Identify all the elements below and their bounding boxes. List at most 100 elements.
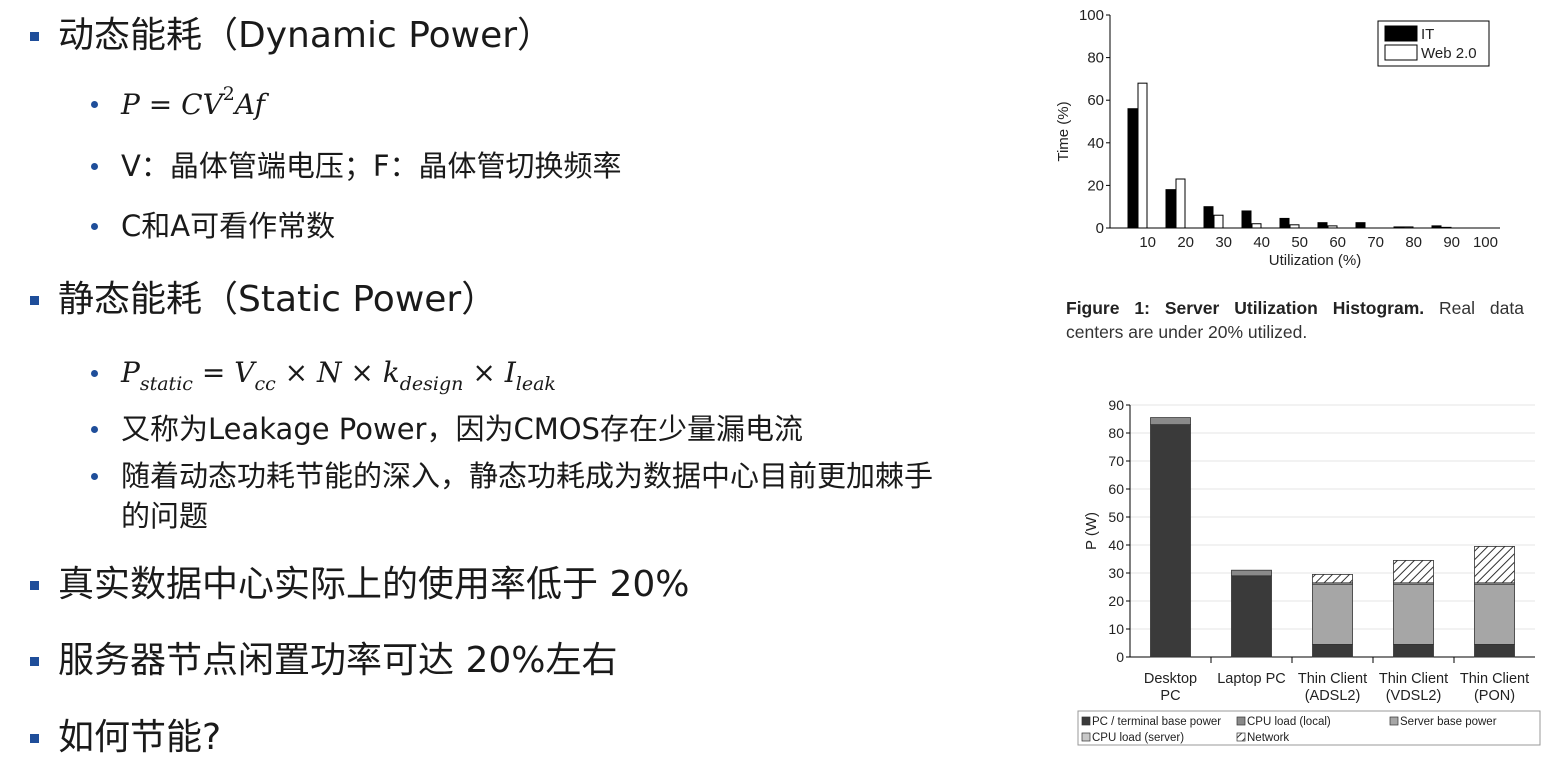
- x-tick-label: 60: [1329, 234, 1346, 251]
- x-tick-label: 10: [1139, 234, 1156, 251]
- x-tick-label: Thin Client: [1379, 671, 1448, 687]
- legend-swatch: [1384, 25, 1418, 42]
- stacked-bar-segment: [1312, 583, 1353, 645]
- y-tick-label: 50: [1108, 509, 1124, 525]
- formula-static-power: Pstatic = Vcc × N × kdesign × Ileak: [121, 356, 556, 395]
- bar-web: [1175, 178, 1186, 229]
- x-tick-label: Thin Client: [1298, 671, 1367, 687]
- x-tick-label: 40: [1253, 234, 1270, 251]
- legend-swatch: [1384, 44, 1418, 61]
- bullet-marker: [91, 473, 98, 480]
- legend-swatch: [1081, 732, 1091, 742]
- stacked-bar-segment: [1474, 545, 1515, 584]
- bullet-marker: [30, 581, 39, 590]
- heading-utilization: 真实数据中心实际上的使用率低于 20%: [58, 564, 690, 605]
- static-power-note-line1: 随着动态功耗节能的深入，静态功耗成为数据中心目前更加棘手: [121, 459, 934, 493]
- x-tick-label: 30: [1215, 234, 1232, 251]
- leakage-power-note: 又称为Leakage Power，因为CMOS存在少量漏电流: [121, 412, 803, 446]
- figure-title: Server Utilization Histogram.: [1164, 298, 1425, 318]
- legend-label: Network: [1247, 732, 1289, 744]
- heading-how-to-save: 如何节能?: [58, 717, 222, 758]
- legend-swatch: [1236, 732, 1246, 742]
- bar-it: [1355, 222, 1366, 229]
- x-tick-label: Laptop PC: [1217, 671, 1286, 687]
- y-axis-label: P (W): [1083, 512, 1100, 550]
- stacked-bar-segment: [1150, 417, 1191, 426]
- bar-it: [1393, 226, 1404, 229]
- x-axis-label: Utilization (%): [1269, 252, 1362, 269]
- bullet-marker: [30, 657, 39, 666]
- x-tick-label: (ADSL2): [1305, 688, 1361, 704]
- bar-it: [1165, 189, 1176, 229]
- y-axis-label: Time (%): [1055, 101, 1072, 161]
- y-tick-label: 30: [1108, 565, 1124, 581]
- x-tick-label: 90: [1443, 234, 1460, 251]
- stacked-bar-segment: [1393, 643, 1434, 658]
- heading-idle-power: 服务器节点闲置功率可达 20%左右: [58, 640, 618, 681]
- y-tick-label: 20: [1087, 177, 1104, 194]
- chart-legend: PC / terminal base power CPU load (local)…: [1077, 710, 1541, 746]
- legend-swatch: [1081, 716, 1091, 726]
- bullet-marker: [91, 370, 98, 377]
- y-tick-label: 70: [1108, 453, 1124, 469]
- stacked-bar-segment: [1474, 643, 1515, 658]
- y-tick-label: 60: [1108, 481, 1124, 497]
- formula-dynamic-power: P = CV2Af: [121, 83, 265, 122]
- legend-label: Web 2.0: [1421, 45, 1477, 62]
- bar-it: [1317, 222, 1328, 229]
- chart-legend: IT Web 2.0: [1377, 20, 1490, 67]
- bar-web: [1251, 223, 1262, 229]
- stacked-bar-segment: [1150, 424, 1191, 658]
- x-tick-label: PC: [1160, 688, 1180, 704]
- dynamic-constants: C和A可看作常数: [121, 209, 336, 243]
- stacked-bar-segment: [1231, 569, 1272, 577]
- dynamic-definition: V：晶体管端电压；F：晶体管切换频率: [121, 149, 622, 183]
- bar-web: [1327, 225, 1338, 229]
- stacked-bar-segment: [1231, 575, 1272, 658]
- y-tick-label: 100: [1079, 7, 1104, 24]
- x-tick-label: 50: [1291, 234, 1308, 251]
- bar-it: [1203, 206, 1214, 229]
- bar-web: [1403, 226, 1414, 229]
- y-tick-label: 60: [1087, 92, 1104, 109]
- bar-web: [1213, 214, 1224, 229]
- x-tick-label: 80: [1405, 234, 1422, 251]
- bar-it: [1279, 217, 1290, 229]
- y-tick-label: 10: [1108, 621, 1124, 637]
- y-tick-label: 0: [1096, 220, 1104, 237]
- bar-web: [1137, 82, 1148, 229]
- power-consumption-chart: 0 10 20 30 40 50 60 70 80 90 DesktopPC Laptop PC Thi…: [1077, 397, 1541, 746]
- stacked-bar-segment: [1393, 583, 1434, 645]
- x-tick-label: (PON): [1474, 688, 1515, 704]
- y-tick-label: 90: [1108, 397, 1124, 413]
- bullet-marker: [30, 32, 39, 41]
- x-tick-label: (VDSL2): [1386, 688, 1442, 704]
- bar-it: [1241, 210, 1252, 229]
- y-tick-label: 40: [1108, 537, 1124, 553]
- y-tick-label: 80: [1087, 50, 1104, 67]
- bar-web: [1441, 226, 1452, 229]
- legend-label: CPU load (local): [1247, 716, 1331, 728]
- legend-label: Server base power: [1400, 716, 1497, 728]
- bullet-marker: [30, 296, 39, 305]
- y-tick-label: 40: [1087, 135, 1104, 152]
- bar-web: [1289, 224, 1300, 229]
- y-tick-label: 0: [1116, 649, 1124, 665]
- bar-it: [1127, 108, 1138, 229]
- x-tick-label: 70: [1367, 234, 1384, 251]
- legend-label: PC / terminal base power: [1092, 716, 1221, 728]
- figure-caption: Figure 1: Server Utilization Histogram. …: [1066, 296, 1524, 344]
- y-tick-label: 80: [1108, 425, 1124, 441]
- bullet-marker: [30, 734, 39, 743]
- bullet-marker: [91, 426, 98, 433]
- stacked-bar-segment: [1393, 559, 1434, 584]
- bar-it: [1431, 225, 1442, 229]
- bullet-marker: [91, 223, 98, 230]
- x-tick-label: 100: [1473, 234, 1498, 251]
- x-tick-label: Thin Client: [1460, 671, 1529, 687]
- heading-dynamic-power: 动态能耗（Dynamic Power）: [58, 15, 554, 56]
- legend-swatch: [1236, 716, 1246, 726]
- legend-label: CPU load (server): [1092, 732, 1184, 744]
- stacked-bar-segment: [1312, 643, 1353, 658]
- legend-swatch: [1389, 716, 1399, 726]
